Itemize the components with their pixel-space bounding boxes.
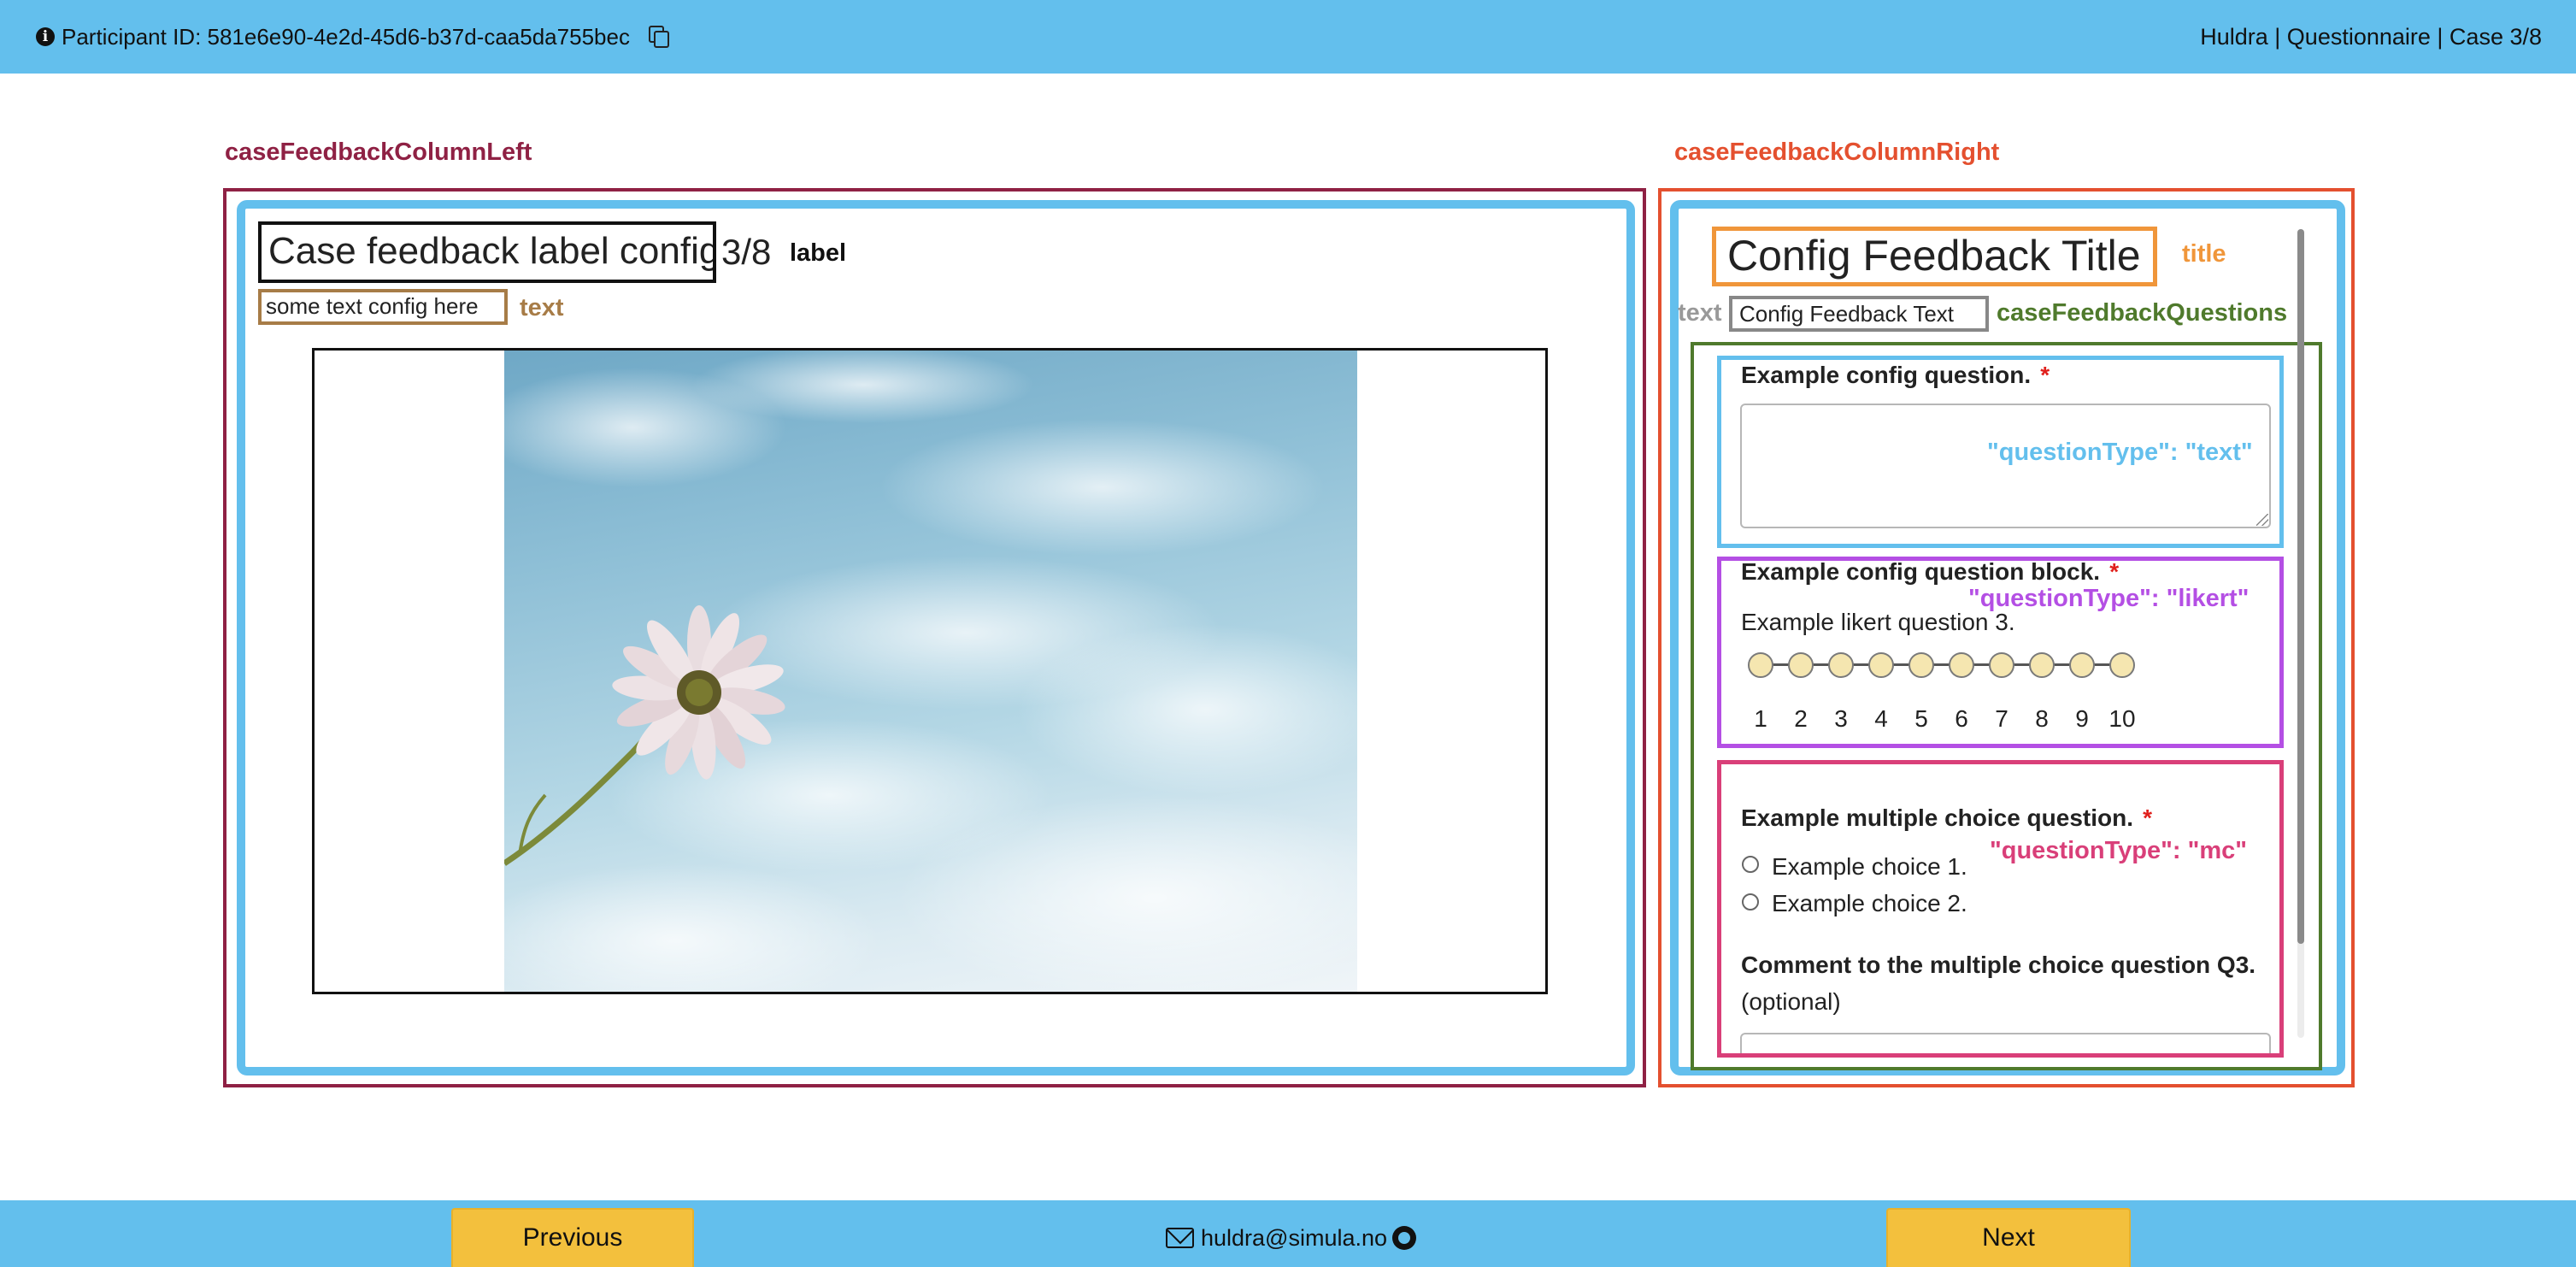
required-mark: *	[2039, 362, 2050, 388]
case-counter: 3/8	[721, 232, 772, 272]
participant-id: i Participant ID: 581e6e90-4e2d-45d6-b37…	[36, 24, 671, 50]
annotation-title: title	[2182, 240, 2226, 268]
comment-optional: (optional)	[1741, 988, 1841, 1015]
annotation-right-column: caseFeedbackColumnRight	[1674, 138, 2000, 166]
next-button[interactable]: Next	[1886, 1208, 2131, 1267]
case-text: some text config here	[258, 289, 508, 325]
choice-2-radio[interactable]	[1742, 893, 1759, 910]
question-1-label: Example config question. *	[1741, 362, 2050, 388]
likert-option-5[interactable]	[1908, 652, 1934, 678]
likert-number: 9	[2075, 705, 2089, 732]
top-bar: i Participant ID: 581e6e90-4e2d-45d6-b37…	[0, 0, 2576, 74]
question-3-label: Example multiple choice question. *	[1741, 804, 2151, 831]
annotation-qtype-mc: "questionType": "mc"	[1990, 837, 2247, 864]
likert-option-8[interactable]	[2029, 652, 2055, 678]
annotation-feedback-text: text	[1678, 299, 1722, 327]
likert-number: 3	[1834, 705, 1848, 732]
likert-option-6[interactable]	[1949, 652, 1974, 678]
contact-email[interactable]: huldra@simula.no	[1201, 1225, 1387, 1252]
likert-number: 6	[1955, 705, 1968, 732]
choice-1-radio[interactable]	[1742, 856, 1759, 873]
choice-1-label[interactable]: Example choice 1.	[1772, 853, 1967, 881]
likert-number: 1	[1754, 705, 1767, 732]
likert-number: 7	[1995, 705, 2008, 732]
info-icon: i	[36, 27, 55, 46]
likert-number: 4	[1874, 705, 1888, 732]
case-image-frame	[312, 348, 1548, 994]
required-mark: *	[2142, 804, 2151, 831]
participant-id-text: Participant ID: 581e6e90-4e2d-45d6-b37d-…	[62, 23, 630, 50]
feedback-text: Config Feedback Text	[1729, 296, 1989, 332]
likert-option-9[interactable]	[2069, 652, 2095, 678]
likert-track	[1761, 663, 2122, 666]
scrollbar-thumb[interactable]	[2297, 229, 2304, 944]
comment-label: Comment to the multiple choice question …	[1741, 952, 2256, 978]
annotation-left-column: caseFeedbackColumnLeft	[225, 138, 532, 166]
likert-question-label: Example likert question 3.	[1741, 609, 2015, 635]
contact-link[interactable]: huldra@simula.no	[1166, 1223, 1417, 1253]
annotation-text: text	[520, 294, 564, 321]
case-label: Case feedback label config	[258, 221, 716, 283]
comment-input[interactable]	[1740, 1033, 2271, 1053]
likert-number: 2	[1794, 705, 1808, 732]
question-2-label: Example config question block. *	[1741, 558, 2118, 585]
feedback-title: Config Feedback Title	[1712, 227, 2157, 286]
likert-option-4[interactable]	[1868, 652, 1894, 678]
copy-icon[interactable]	[647, 24, 671, 50]
likert-option-7[interactable]	[1989, 652, 2014, 678]
likert-option-10[interactable]	[2109, 652, 2135, 678]
annotation-qtype-text: "questionType": "text"	[1987, 439, 2253, 466]
github-icon[interactable]	[1392, 1226, 1417, 1250]
required-mark: *	[2108, 558, 2118, 585]
annotation-questions: caseFeedbackQuestions	[1997, 299, 2288, 327]
daisy-photo	[504, 351, 1357, 992]
resize-handle-icon[interactable]	[2256, 514, 2268, 526]
likert-number: 5	[1914, 705, 1928, 732]
annotation-label: label	[790, 239, 847, 267]
likert-option-1[interactable]	[1748, 652, 1773, 678]
previous-button[interactable]: Previous	[451, 1208, 694, 1267]
choice-2-label[interactable]: Example choice 2.	[1772, 890, 1967, 917]
likert-number: 8	[2035, 705, 2049, 732]
likert-number: 10	[2108, 705, 2136, 732]
likert-option-2[interactable]	[1788, 652, 1814, 678]
breadcrumb: Huldra | Questionnaire | Case 3/8	[2200, 23, 2542, 50]
likert-option-3[interactable]	[1828, 652, 1854, 678]
mail-icon	[1166, 1228, 1194, 1248]
